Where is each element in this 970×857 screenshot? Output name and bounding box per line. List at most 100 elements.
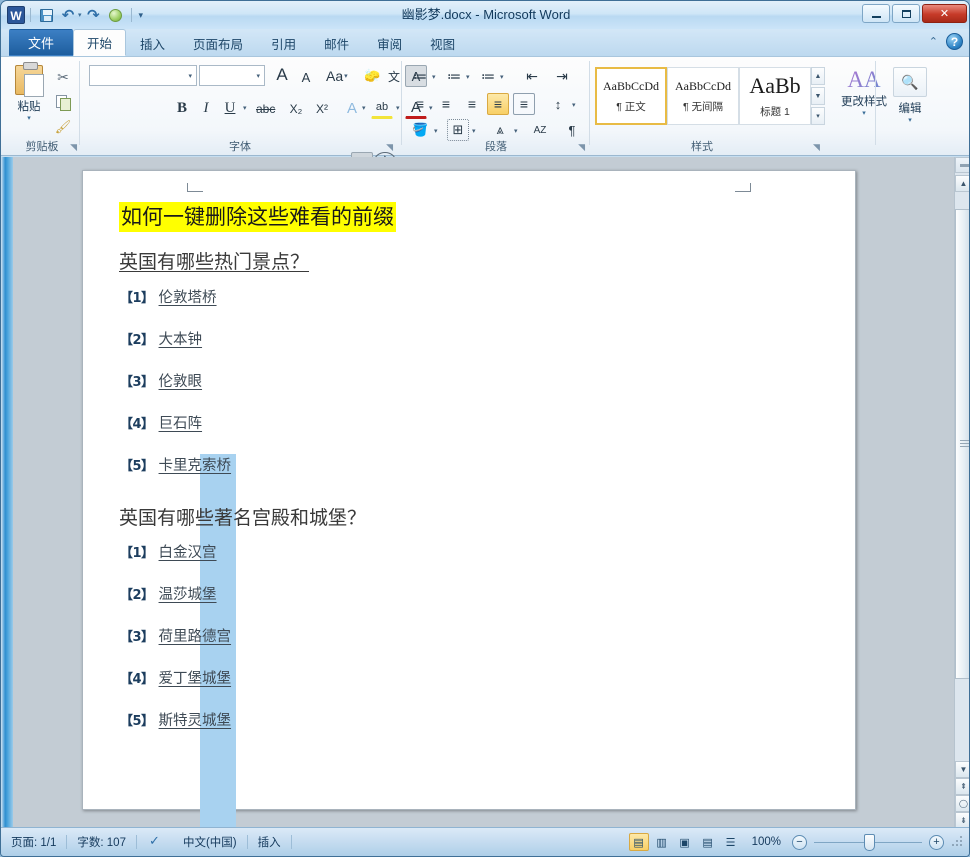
vertical-scrollbar[interactable]: ▲ ▼ ⇞ ◯ ⇟ [954, 157, 969, 829]
highlight-icon[interactable]: ab [371, 97, 393, 119]
zoom-slider-track[interactable] [814, 833, 922, 851]
cut-icon[interactable]: ✂ [51, 66, 75, 88]
line-spacing-dropdown-icon[interactable]: ▾ [572, 101, 576, 109]
collapse-ribbon-icon[interactable]: ⌃ [929, 35, 938, 48]
list-item[interactable]: 【5】 卡里克索桥 [119, 454, 679, 496]
multilevel-list-icon[interactable]: ≔ [477, 65, 499, 87]
font-name-combo[interactable]: ▾ [89, 65, 197, 86]
underline-icon[interactable]: U [219, 97, 241, 119]
editing-button[interactable]: 🔍 编辑 ▾ [887, 67, 933, 124]
justify-icon[interactable]: ≡ [487, 93, 509, 115]
maximize-button[interactable] [892, 4, 920, 23]
zoom-slider-thumb[interactable] [864, 833, 875, 851]
web-layout-view-button[interactable]: ▣ [675, 833, 695, 851]
superscript-icon[interactable]: X² [311, 98, 333, 120]
tab-page-layout[interactable]: 页面布局 [179, 31, 257, 56]
split-window-handle[interactable] [955, 157, 969, 173]
scroll-up-button[interactable]: ▲ [955, 175, 969, 192]
list-item[interactable]: 【1】 伦敦塔桥 [119, 286, 679, 328]
previous-page-button[interactable]: ⇞ [955, 778, 969, 795]
font-size-combo[interactable]: ▾ [199, 65, 265, 86]
shading-dropdown-icon[interactable]: ▾ [434, 127, 438, 135]
bullets-dropdown-icon[interactable]: ▾ [432, 73, 436, 81]
zoom-out-button[interactable]: − [792, 834, 807, 850]
help-icon[interactable]: ? [946, 33, 963, 50]
close-button[interactable]: ✕ [922, 4, 967, 23]
chevron-down-icon[interactable]: ▾ [254, 72, 262, 80]
document-content[interactable]: 如何一键删除这些难看的前缀 英国有哪些热门景点？ 【1】 伦敦塔桥 【2】 大本… [119, 202, 679, 751]
numbering-icon[interactable]: ≔ [443, 65, 465, 87]
underline-dropdown-icon[interactable]: ▾ [243, 104, 247, 112]
proofing-status-icon[interactable] [137, 833, 173, 851]
italic-icon[interactable]: I [195, 97, 217, 119]
insert-mode-indicator[interactable]: 插入 [248, 833, 291, 851]
language-indicator[interactable]: 中文(中国) [173, 833, 247, 851]
distributed-icon[interactable]: ≡ [513, 93, 535, 115]
paste-button[interactable]: 粘贴 ▾ [9, 62, 49, 122]
list-item[interactable]: 【1】 白金汉宫 [119, 541, 679, 583]
full-screen-reading-view-button[interactable]: ▥ [652, 833, 672, 851]
style-heading-1[interactable]: AaBb 标题 1 [739, 67, 811, 125]
clear-formatting-icon[interactable]: 🧽 [361, 65, 383, 87]
bold-icon[interactable]: B [171, 97, 193, 119]
multilevel-dropdown-icon[interactable]: ▾ [500, 73, 504, 81]
align-right-icon[interactable]: ≡ [461, 93, 483, 115]
draft-view-button[interactable]: ☰ [721, 833, 741, 851]
paragraph-dialog-launcher[interactable]: ◥ [578, 142, 585, 153]
grow-font-icon[interactable]: A [271, 64, 293, 86]
styles-scroll-down-icon[interactable]: ▼ [811, 87, 825, 105]
styles-more-icon[interactable]: ▾ [811, 107, 825, 125]
tab-references[interactable]: 引用 [257, 31, 310, 56]
styles-scroll-up-icon[interactable]: ▲ [811, 67, 825, 85]
pinyin-dropdown-icon[interactable]: ▾ [514, 127, 518, 135]
decrease-indent-icon[interactable]: ⇤ [521, 65, 543, 87]
word-count-indicator[interactable]: 字数: 107 [67, 833, 136, 851]
page-indicator[interactable]: 页面: 1/1 [1, 833, 66, 851]
tab-mailings[interactable]: 邮件 [310, 31, 363, 56]
tab-review[interactable]: 审阅 [363, 31, 416, 56]
tab-view[interactable]: 视图 [416, 31, 469, 56]
format-painter-icon[interactable]: 🖌 [51, 116, 75, 138]
chevron-down-icon[interactable]: ▾ [186, 72, 194, 80]
align-center-icon[interactable]: ≡ [435, 93, 457, 115]
bullets-icon[interactable]: ≔ [409, 65, 431, 87]
strikethrough-icon[interactable]: abc [253, 98, 278, 120]
highlight-dropdown-icon[interactable]: ▾ [396, 104, 400, 112]
tab-insert[interactable]: 插入 [126, 31, 179, 56]
minimize-button[interactable] [862, 4, 890, 23]
copy-icon[interactable] [51, 91, 75, 113]
zoom-level-label[interactable]: 100% [744, 836, 789, 848]
outline-view-button[interactable]: ▤ [698, 833, 718, 851]
tab-file[interactable]: 文件 [9, 29, 74, 56]
subscript-icon[interactable]: X₂ [285, 98, 307, 120]
list-item[interactable]: 【4】 巨石阵 [119, 412, 679, 454]
tab-home[interactable]: 开始 [73, 29, 127, 56]
list-item[interactable]: 【4】 爱丁堡城堡 [119, 667, 679, 709]
shrink-font-icon[interactable]: A [295, 66, 317, 88]
select-browse-object-button[interactable]: ◯ [955, 795, 969, 812]
style-normal[interactable]: AaBbCcDd ¶ 正文 [595, 67, 667, 125]
resize-grip[interactable] [951, 835, 965, 849]
borders-dropdown-icon[interactable]: ▾ [472, 127, 476, 135]
text-effects-icon[interactable]: A [341, 97, 363, 119]
change-case-icon[interactable]: Aa ▾ [323, 65, 351, 87]
increase-indent-icon[interactable]: ⇥ [551, 65, 573, 87]
editing-dropdown-icon[interactable]: ▾ [887, 116, 933, 124]
line-spacing-icon[interactable]: ↕ [547, 93, 569, 115]
align-left-icon[interactable]: ≡ [409, 93, 431, 115]
clipboard-dialog-launcher[interactable]: ◥ [70, 142, 77, 153]
scrollbar-thumb[interactable] [955, 209, 969, 679]
style-no-spacing[interactable]: AaBbCcDd ¶ 无间隔 [667, 67, 739, 125]
list-item[interactable]: 【2】 温莎城堡 [119, 583, 679, 625]
paste-dropdown-icon[interactable]: ▾ [9, 114, 49, 122]
list-item[interactable]: 【3】 伦敦眼 [119, 370, 679, 412]
styles-dialog-launcher[interactable]: ◥ [813, 142, 820, 153]
print-layout-view-button[interactable]: ▤ [628, 833, 649, 851]
zoom-in-button[interactable]: + [929, 834, 944, 850]
list-item[interactable]: 【3】 荷里路德宫 [119, 625, 679, 667]
scroll-down-button[interactable]: ▼ [955, 761, 969, 778]
numbering-dropdown-icon[interactable]: ▾ [466, 73, 470, 81]
list-item[interactable]: 【5】 斯特灵城堡 [119, 709, 679, 751]
text-effects-dropdown-icon[interactable]: ▾ [362, 104, 366, 112]
list-item[interactable]: 【2】 大本钟 [119, 328, 679, 370]
